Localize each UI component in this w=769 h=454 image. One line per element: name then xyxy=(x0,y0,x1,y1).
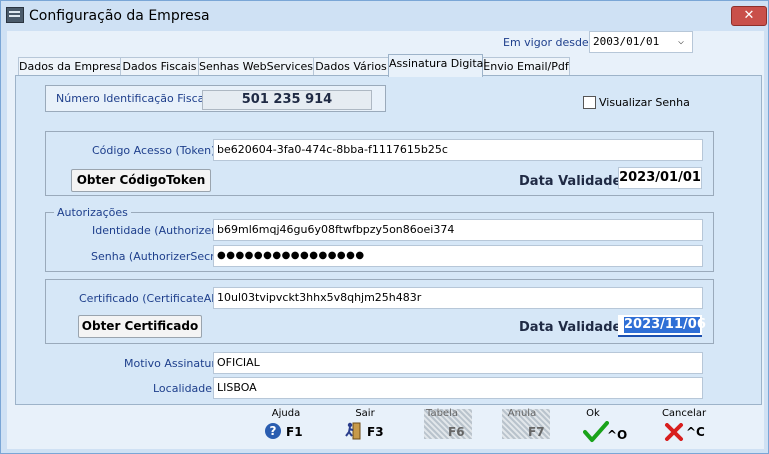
show-password-checkbox[interactable] xyxy=(583,96,596,109)
table-button[interactable]: Tabela F6 xyxy=(412,408,472,450)
cancel-key: ^C xyxy=(686,425,705,439)
tab-dados-empresa[interactable]: Dados da Empresa xyxy=(18,57,123,76)
authorizations-legend: Autorizações xyxy=(54,206,131,219)
tab-envio-email-pdf[interactable]: Envio Email/Pdf xyxy=(482,57,570,76)
token-validity-value[interactable]: 2023/01/01 xyxy=(618,167,702,189)
authorizer-secret-input[interactable]: ●●●●●●●●●●●●●●●● xyxy=(213,245,703,267)
help-label: Ajuda xyxy=(271,408,301,419)
cancel-button[interactable]: Cancelar ^C xyxy=(654,408,714,450)
nif-label: Número Identificação Fiscal xyxy=(56,92,208,105)
help-icon: ? xyxy=(265,423,281,439)
title-bar: Configuração da Empresa ✕ xyxy=(1,1,768,31)
tab-dados-fiscais[interactable]: Dados Fiscais xyxy=(120,57,199,76)
effective-date-label: Em vigor desde : xyxy=(503,36,596,49)
get-certificate-button[interactable]: Obter Certificado xyxy=(78,315,202,338)
ok-button[interactable]: Ok ^O xyxy=(563,408,627,450)
reason-label: Motivo Assinatura: xyxy=(124,357,227,370)
window: Configuração da Empresa ✕ Em vigor desde… xyxy=(0,0,769,454)
show-password-label: Visualizar Senha xyxy=(599,96,690,109)
certificate-validity-field[interactable]: 2023/11/06 xyxy=(618,315,706,337)
cancel-record-button[interactable]: Anula F7 xyxy=(492,408,552,450)
tab-senhas-webservices[interactable]: Senhas WebServices xyxy=(198,57,314,76)
location-label: Localidade: xyxy=(153,382,216,395)
exit-button[interactable]: Sair F3 xyxy=(335,408,395,450)
nif-value: 501 235 914 xyxy=(202,90,372,110)
certificate-validity-label: Data Validade: xyxy=(519,320,627,335)
tab-dados-varios[interactable]: Dados Vários xyxy=(313,57,389,76)
cancel-record-key: F7 xyxy=(528,425,545,439)
token-label: Código Acesso (Token): xyxy=(92,144,220,157)
cancel-label: Cancelar xyxy=(661,408,707,419)
effective-date-value: 2003/01/01 xyxy=(593,35,660,48)
check-icon xyxy=(583,421,609,442)
app-icon xyxy=(6,7,24,23)
table-label: Tabela xyxy=(426,408,458,419)
exit-label: Sair xyxy=(355,408,375,419)
ok-label: Ok xyxy=(586,408,600,419)
cancel-record-label: Anula xyxy=(507,408,537,419)
certificate-input[interactable]: 10ul03tvipvckt3hhx5v8qhjm25h483r xyxy=(213,287,703,309)
token-input[interactable]: be620604-3fa0-474c-8bba-f1117615b25c xyxy=(213,139,703,161)
ok-key: ^O xyxy=(607,428,628,442)
authorizer-id-input[interactable]: b69ml6mqj46gu6y08ftwfbpzy5on86oei374 xyxy=(213,219,703,241)
effective-date-select[interactable]: 2003/01/01 ⌵ xyxy=(589,31,693,53)
exit-key: F3 xyxy=(367,425,384,439)
table-key: F6 xyxy=(448,425,465,439)
reason-input[interactable]: OFICIAL xyxy=(213,352,703,374)
help-button[interactable]: Ajuda ? F1 xyxy=(256,408,316,450)
window-title: Configuração da Empresa xyxy=(29,8,210,24)
token-validity-label: Data Validade: xyxy=(519,174,627,189)
location-input[interactable]: LISBOA xyxy=(213,377,703,399)
close-button[interactable]: ✕ xyxy=(731,6,767,26)
certificate-validity-value: 2023/11/06 xyxy=(624,317,706,333)
chevron-down-icon: ⌵ xyxy=(678,36,685,47)
exit-icon xyxy=(345,422,361,440)
get-token-button[interactable]: Obter CódigoToken xyxy=(71,169,211,192)
help-key: F1 xyxy=(286,425,303,439)
tab-assinatura-digital[interactable]: Assinatura Digital xyxy=(388,54,486,77)
x-icon xyxy=(665,423,683,441)
